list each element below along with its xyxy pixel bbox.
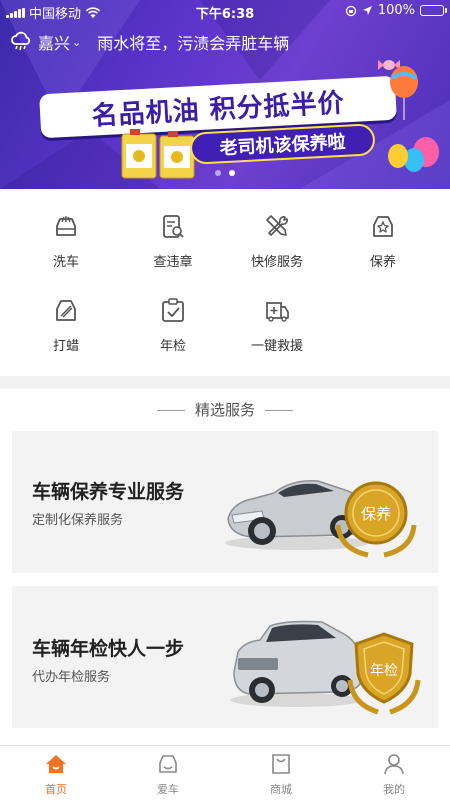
featured-services: 精选服务 车辆保养专业服务 定制化保养服务 保养 车辆年检快人一步 代办年检服务 bbox=[0, 389, 450, 758]
service-violation-check[interactable]: 查违章 bbox=[117, 213, 229, 283]
service-car-wash[interactable]: 洗车 bbox=[10, 213, 122, 283]
service-card-inspection[interactable]: 车辆年检快人一步 代办年检服务 年检 bbox=[12, 586, 438, 728]
maintenance-medal-badge: 保养 bbox=[335, 481, 417, 558]
medal-text: 保养 bbox=[361, 505, 391, 523]
repair-tools-icon bbox=[266, 215, 288, 236]
tab-label: 我的 bbox=[383, 783, 405, 796]
pagination-dot-active[interactable] bbox=[229, 170, 235, 176]
battery-percent: 100% bbox=[377, 3, 415, 18]
section-title: 精选服务 bbox=[0, 399, 450, 420]
weather-message: 雨水将至，污渍会弄脏车辆 bbox=[97, 34, 290, 53]
city-selector[interactable]: 嘉兴 bbox=[38, 30, 70, 54]
orientation-lock-icon bbox=[345, 5, 356, 16]
tab-label: 商城 bbox=[270, 783, 292, 796]
service-waxing[interactable]: 打蜡 bbox=[10, 297, 122, 367]
user-icon bbox=[384, 754, 404, 775]
wax-icon bbox=[56, 300, 76, 321]
pagination-dot[interactable] bbox=[215, 170, 221, 176]
card-subtitle: 代办年检服务 bbox=[32, 670, 111, 685]
battery-icon bbox=[420, 5, 447, 16]
bottom-tab-bar: 首页 爱车 商城 我的 bbox=[0, 745, 450, 800]
tab-home[interactable]: 首页 bbox=[0, 752, 112, 797]
banner-pagination bbox=[0, 170, 450, 176]
weather-bar[interactable]: 嘉兴 ⌄ 雨水将至，污渍会弄脏车辆 bbox=[10, 30, 289, 54]
medal-text: 年检 bbox=[370, 663, 398, 679]
violation-search-icon bbox=[163, 215, 184, 238]
location-arrow-icon bbox=[362, 6, 372, 15]
card-title: 车辆保养专业服务 bbox=[32, 481, 185, 503]
section-title-text: 精选服务 bbox=[194, 401, 255, 419]
car-wash-icon bbox=[56, 216, 76, 236]
service-label: 一键救援 bbox=[250, 339, 303, 354]
inspection-clipboard-icon bbox=[162, 298, 184, 322]
service-label: 年检 bbox=[159, 339, 186, 354]
service-label: 打蜡 bbox=[52, 339, 79, 354]
promo-banner[interactable]: 中国移动 下午6:38 100% 嘉兴 ⌄ 雨水将至，污渍会弄脏车辆 名品机油 … bbox=[0, 0, 450, 189]
service-annual-inspection[interactable]: 年检 bbox=[117, 297, 229, 367]
tab-label: 首页 bbox=[45, 783, 67, 796]
card-subtitle: 定制化保养服务 bbox=[32, 513, 124, 528]
tab-my-car[interactable]: 爱车 bbox=[112, 752, 224, 797]
service-card-maintenance[interactable]: 车辆保养专业服务 定制化保养服务 保养 bbox=[12, 431, 438, 573]
rain-cloud-icon bbox=[11, 31, 31, 51]
tab-profile[interactable]: 我的 bbox=[338, 752, 450, 797]
chevron-down-icon[interactable]: ⌄ bbox=[72, 36, 81, 49]
tab-label: 爱车 bbox=[157, 783, 179, 796]
rescue-truck-icon bbox=[266, 302, 289, 322]
shopping-bag-icon bbox=[272, 754, 290, 774]
service-maintenance[interactable]: 保养 bbox=[327, 213, 439, 283]
maintenance-car-icon bbox=[373, 216, 393, 237]
service-label: 查违章 bbox=[153, 255, 193, 270]
service-quick-repair[interactable]: 快修服务 bbox=[221, 213, 333, 283]
status-bar: 中国移动 下午6:38 100% bbox=[0, 0, 450, 22]
tab-mall[interactable]: 商城 bbox=[225, 752, 337, 797]
service-grid: 洗车 查违章 快修服务 保养 打蜡 年检 一键救援 bbox=[0, 189, 450, 376]
balloons-decoration bbox=[388, 66, 439, 172]
service-label: 保养 bbox=[369, 255, 396, 270]
service-label: 洗车 bbox=[52, 255, 79, 270]
card-title: 车辆年检快人一步 bbox=[32, 638, 185, 660]
home-icon bbox=[46, 755, 66, 773]
inspection-shield-badge: 年检 bbox=[347, 632, 421, 715]
car-icon bbox=[159, 755, 177, 773]
service-roadside-rescue[interactable]: 一键救援 bbox=[221, 297, 333, 367]
service-label: 快修服务 bbox=[250, 255, 303, 270]
